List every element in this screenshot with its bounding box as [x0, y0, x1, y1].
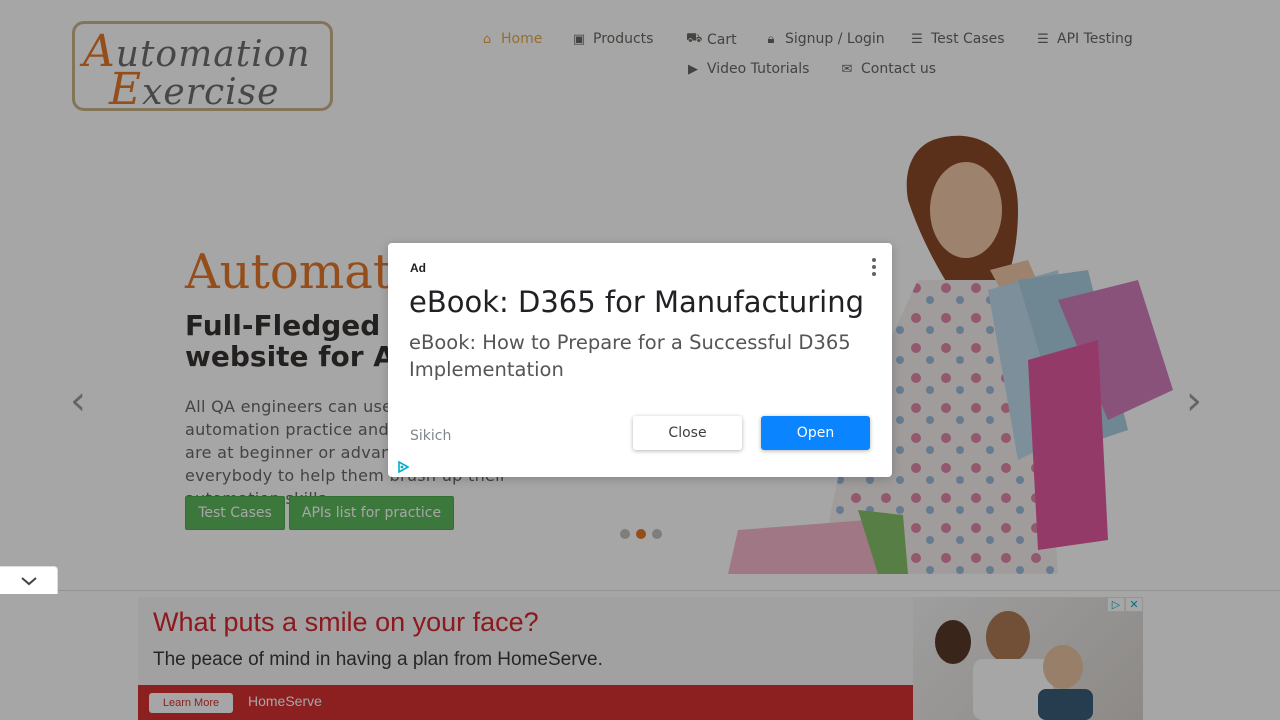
ad-modal: Ad eBook: D365 for Manufacturing eBook: …: [388, 243, 892, 477]
ad-title[interactable]: eBook: D365 for Manufacturing: [409, 285, 864, 319]
ad-body: eBook: How to Prepare for a Successful D…: [409, 331, 851, 381]
chevron-down-icon: [20, 576, 37, 585]
more-options-icon[interactable]: [870, 258, 878, 276]
collapse-ad-tab[interactable]: [0, 566, 58, 594]
ad-label: Ad: [410, 261, 426, 275]
close-button[interactable]: Close: [633, 416, 742, 450]
ad-advertiser: Sikich: [410, 428, 452, 444]
adchoices-icon[interactable]: [397, 461, 409, 473]
open-button[interactable]: Open: [761, 416, 870, 450]
